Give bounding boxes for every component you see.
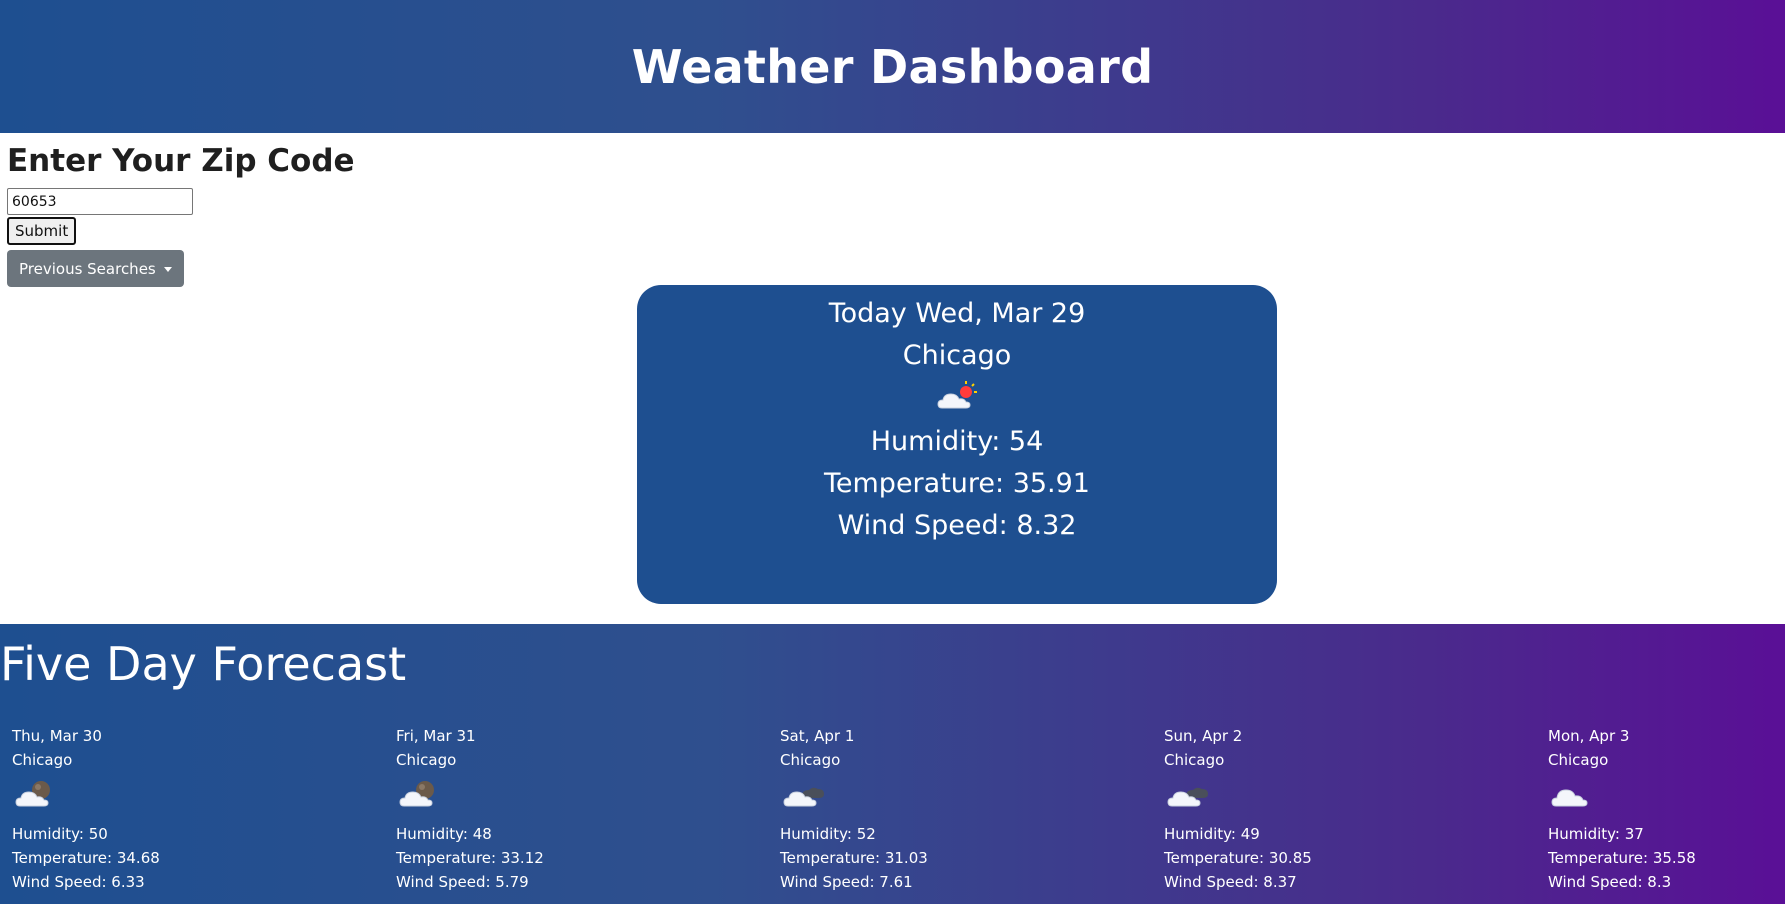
forecast-humidity: Humidity: 52: [780, 825, 876, 843]
submit-button[interactable]: Submit: [7, 217, 77, 245]
forecast-humidity: Humidity: 49: [1164, 825, 1260, 843]
five-day-forecast: Five Day Forecast Thu, Mar 30 Chicago Hu…: [0, 624, 1785, 904]
forecast-humidity: Humidity: 37: [1548, 825, 1644, 843]
forecast-day-card: Mon, Apr 3 Chicago Humidity: 37 Temperat…: [1548, 724, 1785, 894]
forecast-date: Thu, Mar 30: [12, 727, 102, 745]
forecast-title: Five Day Forecast: [0, 637, 407, 691]
cloud-moon-icon: [398, 778, 440, 814]
forecast-city: Chicago: [1164, 751, 1225, 769]
previous-searches-label: Previous Searches: [19, 259, 156, 278]
forecast-humidity: Humidity: 48: [396, 825, 492, 843]
forecast-temperature: Temperature: 35.58: [1548, 849, 1696, 867]
forecast-city: Chicago: [780, 751, 841, 769]
forecast-wind-speed: Wind Speed: 5.79: [396, 873, 529, 891]
forecast-date: Mon, Apr 3: [1548, 727, 1630, 745]
today-date: Today Wed, Mar 29: [828, 298, 1086, 329]
forecast-temperature: Temperature: 30.85: [1164, 849, 1312, 867]
previous-searches-button[interactable]: Previous Searches: [7, 250, 184, 287]
today-humidity: Humidity: 54: [870, 426, 1044, 457]
forecast-temperature: Temperature: 31.03: [780, 849, 928, 867]
today-city: Chicago: [902, 340, 1012, 371]
forecast-day-card: Fri, Mar 31 Chicago Humidity: 48 Tempera…: [396, 724, 696, 894]
zip-search-panel: Enter Your Zip Code Submit Previous Sear…: [7, 142, 355, 287]
forecast-city: Chicago: [1548, 751, 1609, 769]
forecast-city: Chicago: [396, 751, 457, 769]
broken-clouds-icon: [782, 778, 826, 814]
page-title: Weather Dashboard: [631, 39, 1154, 94]
broken-clouds-icon: [1166, 778, 1210, 814]
chevron-down-icon: [163, 266, 172, 272]
forecast-date: Fri, Mar 31: [396, 727, 476, 745]
forecast-temperature: Temperature: 34.68: [12, 849, 160, 867]
zip-input[interactable]: [7, 188, 193, 215]
cloud-sun-icon: [936, 380, 978, 418]
today-wind-speed: Wind Speed: 8.32: [837, 510, 1077, 541]
cloud-icon: [1550, 778, 1592, 814]
today-temperature: Temperature: 35.91: [823, 468, 1090, 499]
cloud-moon-icon: [14, 778, 56, 814]
forecast-day-card: Sat, Apr 1 Chicago Humidity: 52 Temperat…: [780, 724, 1080, 894]
forecast-wind-speed: Wind Speed: 7.61: [780, 873, 913, 891]
forecast-temperature: Temperature: 33.12: [396, 849, 544, 867]
forecast-wind-speed: Wind Speed: 6.33: [12, 873, 145, 891]
today-weather-card: Today Wed, Mar 29 Chicago Humidity: 54 T…: [637, 285, 1277, 604]
zip-title: Enter Your Zip Code: [7, 143, 355, 179]
forecast-wind-speed: Wind Speed: 8.3: [1548, 873, 1672, 891]
forecast-day-card: Thu, Mar 30 Chicago Humidity: 50 Tempera…: [12, 724, 312, 894]
forecast-city: Chicago: [12, 751, 73, 769]
page-header: Weather Dashboard: [0, 0, 1785, 133]
forecast-date: Sun, Apr 2: [1164, 727, 1243, 745]
forecast-humidity: Humidity: 50: [12, 825, 108, 843]
forecast-date: Sat, Apr 1: [780, 727, 855, 745]
forecast-wind-speed: Wind Speed: 8.37: [1164, 873, 1297, 891]
forecast-day-card: Sun, Apr 2 Chicago Humidity: 49 Temperat…: [1164, 724, 1464, 894]
